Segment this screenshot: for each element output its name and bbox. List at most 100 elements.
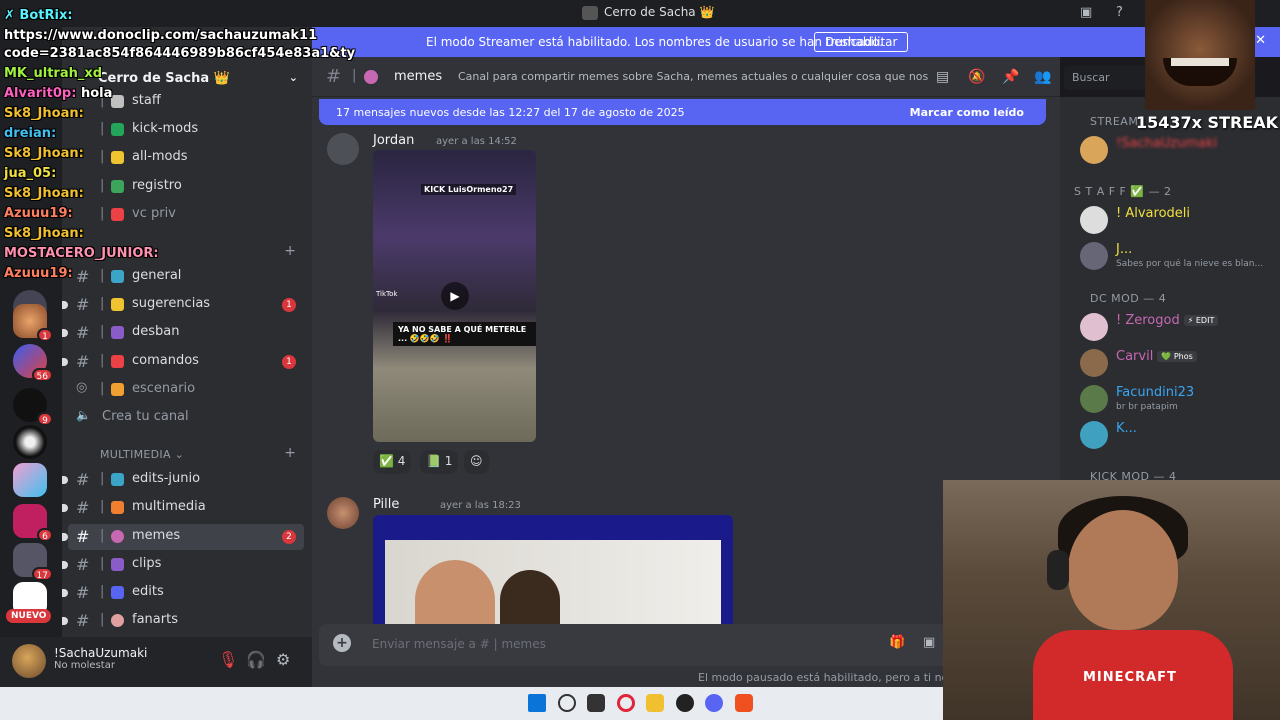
disable-streamer-button[interactable]: Deshabilitar [814, 32, 909, 52]
search-icon[interactable] [558, 694, 576, 712]
reaction[interactable]: ✅ 4 [373, 450, 412, 474]
streamer-mode-banner: El modo Streamer está habilitado. Los no… [306, 27, 1280, 57]
server-header[interactable]: Cerro de Sacha 👑 ⌄ [62, 65, 312, 91]
channel-separator: | [100, 499, 105, 514]
channel-emoji-icon [111, 355, 124, 368]
pin-icon[interactable]: 📌 [1002, 69, 1019, 85]
channel-label: memes [132, 528, 181, 543]
add-reaction-button[interactable]: ☺ [464, 450, 489, 474]
channel-comandos[interactable]: # | comandos 1 [62, 349, 304, 375]
members-icon[interactable]: 👥 [1034, 69, 1051, 85]
channel-edits-junio[interactable]: # | edits-junio [62, 467, 304, 493]
task-view-icon[interactable] [587, 694, 605, 712]
member-item[interactable]: K... [1078, 418, 1278, 454]
add-channel-icon[interactable]: + [284, 445, 296, 461]
webcam-face [1068, 510, 1178, 630]
channel-sugerencias[interactable]: # | sugerencias 1 [62, 292, 304, 318]
channel-separator: | [100, 556, 105, 571]
message-composer[interactable]: + Enviar mensaje a # | memes 🎁 ▣ [319, 624, 1049, 666]
brave-icon[interactable] [735, 694, 753, 712]
windows-start-icon[interactable] [528, 694, 546, 712]
member-item[interactable]: !SachaUzumaki [1078, 133, 1278, 169]
message-author[interactable]: Jordan [373, 133, 414, 148]
opera-icon[interactable] [617, 694, 635, 712]
channel-edits[interactable]: # | edits [62, 580, 304, 606]
hash-icon: # [76, 295, 90, 314]
username: !SachaUzumaki [54, 646, 148, 660]
avatar [1080, 136, 1108, 164]
mic-muted-icon[interactable]: 🎙 [218, 650, 238, 669]
image-attachment[interactable] [373, 515, 733, 625]
category-multimedia[interactable]: MULTIMEDIA ⌄ [100, 448, 184, 461]
channel-separator: | [100, 324, 105, 339]
server-icon-6[interactable] [13, 463, 47, 497]
channel-vc-priv[interactable]: | vc priv [68, 202, 304, 228]
avatar [1080, 421, 1108, 449]
video-attachment[interactable]: KICK LuisOrmeno27 TikTok ▶ YA NO SABE A … [373, 150, 536, 442]
server-icon-8[interactable]: 17 [13, 543, 53, 581]
channel-emoji-icon [111, 298, 124, 311]
member-item[interactable]: ! Alvarodeli [1078, 203, 1278, 239]
channel-separator: | [100, 93, 105, 108]
member-item[interactable]: J... Sabes por qué la nieve es blan... [1078, 239, 1278, 275]
channel-memes[interactable]: # | memes 2 [62, 524, 304, 550]
channel-kick-mods[interactable]: | kick-mods [68, 117, 304, 143]
avatar[interactable] [12, 644, 46, 678]
headphones-icon[interactable]: 🎧 [246, 650, 266, 669]
new-messages-bar[interactable]: 17 mensajes nuevos desde las 12:27 del 1… [319, 99, 1046, 125]
channel-escenario[interactable]: ◎ | escenario [68, 377, 304, 403]
server-icon-5[interactable] [13, 425, 47, 459]
channel-multimedia[interactable]: # | multimedia [62, 495, 304, 521]
mark-read-button[interactable]: Marcar como leído [910, 106, 1024, 119]
avatar[interactable] [327, 133, 359, 165]
search-input[interactable]: Buscar [1064, 66, 1150, 90]
create-channel[interactable]: 🔈 Crea tu canal [68, 405, 304, 431]
threads-icon[interactable]: ▤ [936, 69, 949, 85]
channel-emoji-icon [364, 70, 378, 84]
channel-all-mods[interactable]: | all-mods [68, 145, 304, 171]
folder-icon[interactable] [646, 694, 664, 712]
play-icon[interactable]: ▶ [441, 282, 469, 310]
streak-face-image [1145, 0, 1255, 110]
app-icon[interactable] [676, 694, 694, 712]
channel-label: clips [132, 556, 162, 571]
server-icon-2[interactable]: 1 [13, 304, 53, 342]
channel-separator: | [100, 296, 105, 311]
help-icon[interactable]: ? [1116, 5, 1123, 20]
channel-label: Crea tu canal [102, 409, 189, 424]
mute-bell-icon[interactable]: 🔕 [968, 69, 985, 85]
unread-dot [62, 329, 68, 337]
close-banner-icon[interactable]: ✕ [1255, 33, 1266, 48]
gift-icon[interactable]: 🎁 [889, 635, 905, 650]
server-icon-7[interactable]: 6 [13, 504, 53, 542]
add-channel-icon[interactable]: + [284, 243, 296, 259]
server-badge: 9 [37, 412, 53, 426]
channel-separator: | [100, 268, 105, 283]
channel-general[interactable]: # | general [68, 264, 304, 290]
inbox-icon[interactable]: ▣ [1080, 5, 1092, 20]
server-icon-squid[interactable]: 9 [13, 388, 53, 426]
channel-fanarts[interactable]: # | fanarts [62, 608, 304, 634]
member-item[interactable]: Facundini23 br br patapim [1078, 382, 1278, 418]
member-item[interactable]: ! Zerogod ⚡ EDIT [1078, 310, 1278, 346]
channel-topic[interactable]: Canal para compartir memes sobre Sacha, … [458, 70, 928, 83]
avatar[interactable] [327, 497, 359, 529]
title-bar: Cerro de Sacha 👑 ▣ ? [0, 0, 1280, 27]
add-attachment-icon[interactable]: + [333, 634, 351, 652]
server-icon-3[interactable]: 56 [13, 344, 53, 382]
message-author[interactable]: Pille [373, 497, 399, 512]
channel-clips[interactable]: # | clips [62, 552, 304, 578]
speaker-icon: 🔈 [76, 408, 91, 422]
member-tag: 💚 Phos [1157, 351, 1197, 362]
member-item[interactable]: Carvil 💚 Phos [1078, 346, 1278, 382]
channel-desban[interactable]: # | desban [62, 320, 304, 346]
gear-icon[interactable]: ⚙ [276, 650, 290, 669]
channel-label: vc priv [132, 206, 176, 221]
discord-icon[interactable] [705, 694, 723, 712]
channel-staff[interactable]: | staff [68, 89, 304, 115]
channel-registro[interactable]: | registro [68, 174, 304, 200]
reaction[interactable]: 📗 1 [420, 450, 459, 474]
channel-label: desban [132, 324, 180, 339]
channel-label: edits-junio [132, 471, 201, 486]
gif-icon[interactable]: ▣ [923, 635, 935, 650]
